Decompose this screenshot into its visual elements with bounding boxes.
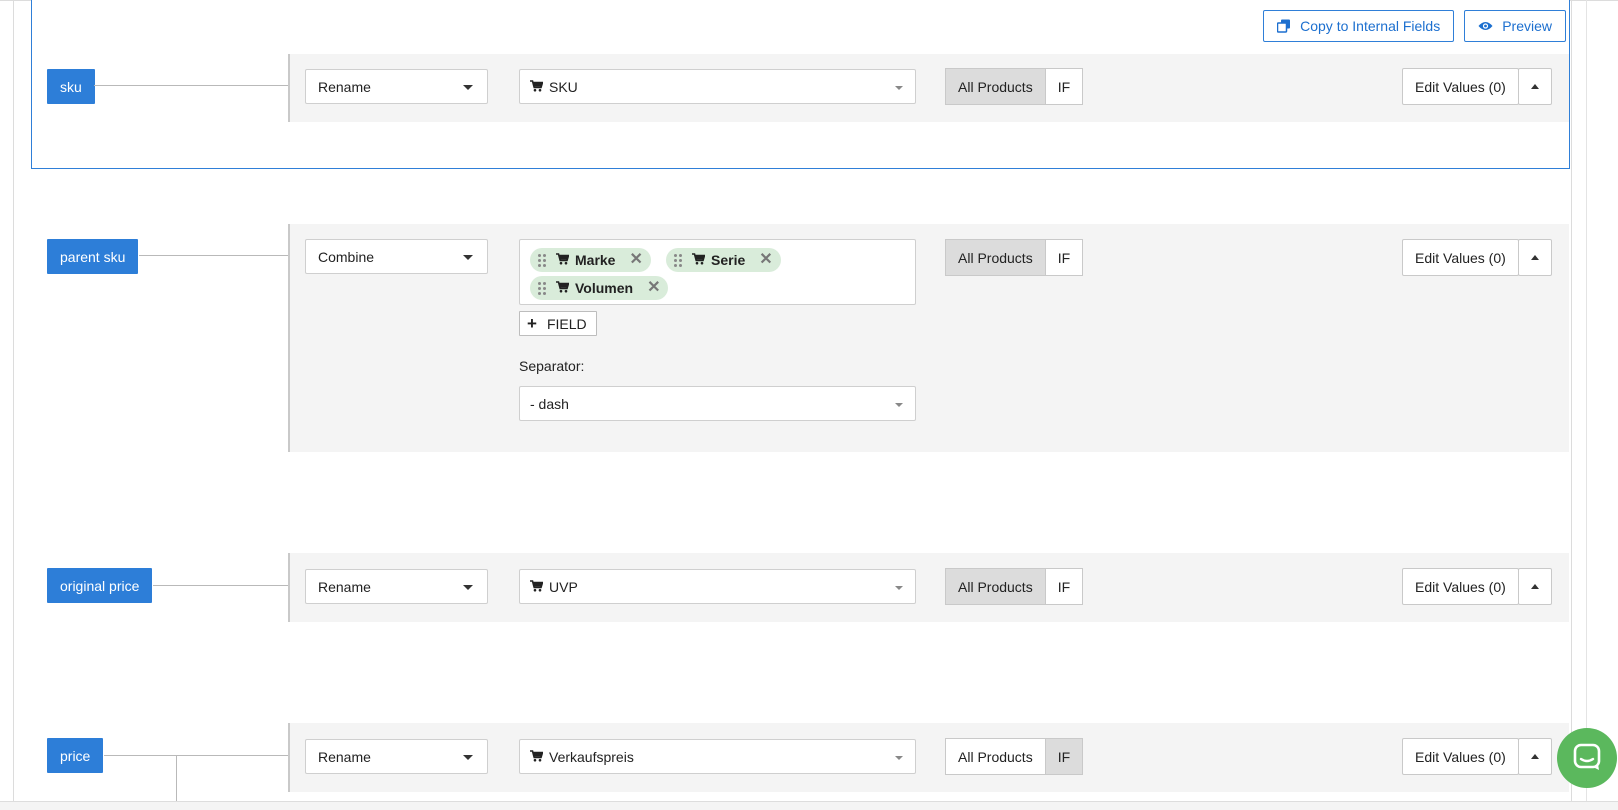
- eye-icon: [1478, 21, 1493, 31]
- collapse-button[interactable]: [1518, 738, 1552, 775]
- condition-branch-line: [176, 755, 177, 801]
- operation-value: Rename: [318, 578, 371, 595]
- source-field-value: Verkaufspreis: [549, 748, 634, 765]
- cart-icon: [530, 749, 544, 765]
- source-field-value: SKU: [549, 78, 578, 95]
- operation-dropdown[interactable]: Rename: [305, 69, 488, 104]
- plus-icon: +: [527, 314, 537, 333]
- caret-up-icon: [1531, 754, 1539, 759]
- operation-value: Combine: [318, 248, 375, 265]
- all-products-button[interactable]: All Products: [945, 738, 1046, 775]
- scope-toggle: All Products IF: [945, 738, 1084, 775]
- cart-icon: [692, 252, 706, 268]
- collapse-button[interactable]: [1518, 68, 1552, 105]
- mapping-panel: Rename UVP All Products IF Edit Values (…: [288, 553, 1569, 622]
- add-field-button[interactable]: + FIELD: [519, 311, 597, 336]
- caret-down-icon: [895, 586, 903, 590]
- remove-icon[interactable]: ✕: [759, 252, 772, 268]
- operation-dropdown[interactable]: Combine: [305, 239, 488, 274]
- caret-down-icon: [895, 86, 903, 90]
- copy-label: Copy to Internal Fields: [1300, 18, 1441, 34]
- edit-values-button[interactable]: Edit Values (0): [1402, 239, 1519, 276]
- edit-values-button[interactable]: Edit Values (0): [1402, 738, 1519, 775]
- target-field-tag[interactable]: parent sku: [47, 239, 139, 274]
- caret-down-icon: [463, 85, 473, 90]
- footer-shade: [0, 801, 1618, 810]
- field-chip[interactable]: Volumen ✕: [530, 276, 669, 300]
- caret-up-icon: [1531, 255, 1539, 260]
- copy-icon: [1277, 19, 1291, 33]
- operation-dropdown[interactable]: Rename: [305, 739, 488, 774]
- chat-launcher-button[interactable]: [1557, 728, 1617, 788]
- drag-handle-icon[interactable]: [538, 253, 546, 267]
- operation-value: Rename: [318, 748, 371, 765]
- operation-dropdown[interactable]: Rename: [305, 569, 488, 604]
- scope-toggle: All Products IF: [945, 239, 1084, 276]
- remove-icon[interactable]: ✕: [629, 252, 642, 268]
- chip-label: Marke: [575, 252, 616, 268]
- all-products-button[interactable]: All Products: [945, 68, 1046, 105]
- caret-down-icon: [463, 255, 473, 260]
- operation-value: Rename: [318, 78, 371, 95]
- separator-value: - dash: [530, 395, 569, 412]
- combine-fields-box[interactable]: Marke ✕ Serie ✕ Volumen ✕: [519, 239, 916, 305]
- caret-up-icon: [1531, 584, 1539, 589]
- preview-label: Preview: [1502, 18, 1552, 34]
- target-field-tag[interactable]: original price: [47, 568, 153, 603]
- scroll-gutter-border: [1586, 0, 1587, 805]
- remove-icon[interactable]: ✕: [647, 280, 660, 296]
- source-field-select[interactable]: Verkaufspreis: [519, 739, 916, 774]
- if-button[interactable]: IF: [1045, 568, 1084, 605]
- all-products-button[interactable]: All Products: [945, 568, 1046, 605]
- connector-line: [94, 85, 288, 86]
- page-right-border: [1571, 0, 1572, 805]
- cart-icon: [556, 252, 570, 268]
- caret-down-icon: [895, 403, 903, 407]
- copy-to-internal-fields-button[interactable]: Copy to Internal Fields: [1263, 10, 1455, 42]
- connector-line: [104, 755, 288, 756]
- caret-down-icon: [895, 756, 903, 760]
- target-field-tag[interactable]: sku: [47, 69, 95, 104]
- collapse-button[interactable]: [1518, 239, 1552, 276]
- if-button[interactable]: IF: [1045, 738, 1084, 775]
- source-field-select[interactable]: UVP: [519, 569, 916, 604]
- mapping-actions: Copy to Internal Fields Preview: [1263, 10, 1566, 42]
- if-button[interactable]: IF: [1045, 68, 1084, 105]
- mapping-panel: Combine Marke ✕ Serie ✕ Volumen ✕ + FIEL…: [288, 224, 1569, 452]
- all-products-button[interactable]: All Products: [945, 239, 1046, 276]
- edit-values-button[interactable]: Edit Values (0): [1402, 568, 1519, 605]
- separator-select[interactable]: - dash: [519, 386, 916, 421]
- scope-toggle: All Products IF: [945, 568, 1084, 605]
- preview-button[interactable]: Preview: [1464, 10, 1566, 42]
- cart-icon: [556, 280, 570, 296]
- cart-icon: [530, 79, 544, 95]
- separator-label: Separator:: [519, 358, 585, 374]
- source-field-value: UVP: [549, 578, 578, 595]
- page-left-border: [13, 0, 14, 805]
- connector-line: [139, 255, 288, 256]
- mapping-panel: Rename SKU All Products IF Edit Values (…: [288, 54, 1569, 122]
- drag-handle-icon[interactable]: [538, 281, 546, 295]
- target-field-tag[interactable]: price: [47, 738, 104, 773]
- caret-down-icon: [463, 585, 473, 590]
- add-field-label: FIELD: [546, 315, 587, 332]
- field-chip[interactable]: Serie ✕: [666, 248, 781, 272]
- edit-values-button[interactable]: Edit Values (0): [1402, 68, 1519, 105]
- chat-icon: [1572, 742, 1602, 775]
- caret-down-icon: [463, 755, 473, 760]
- collapse-button[interactable]: [1518, 568, 1552, 605]
- chip-label: Volumen: [575, 280, 634, 296]
- drag-handle-icon[interactable]: [674, 253, 682, 267]
- if-button[interactable]: IF: [1045, 239, 1084, 276]
- source-field-select[interactable]: SKU: [519, 69, 916, 104]
- caret-up-icon: [1531, 84, 1539, 89]
- cart-icon: [530, 579, 544, 595]
- connector-line: [153, 585, 288, 586]
- scope-toggle: All Products IF: [945, 68, 1084, 105]
- chip-label: Serie: [711, 252, 746, 268]
- mapping-panel: Rename Verkaufspreis All Products IF Edi…: [288, 723, 1569, 792]
- field-chip[interactable]: Marke ✕: [530, 248, 651, 272]
